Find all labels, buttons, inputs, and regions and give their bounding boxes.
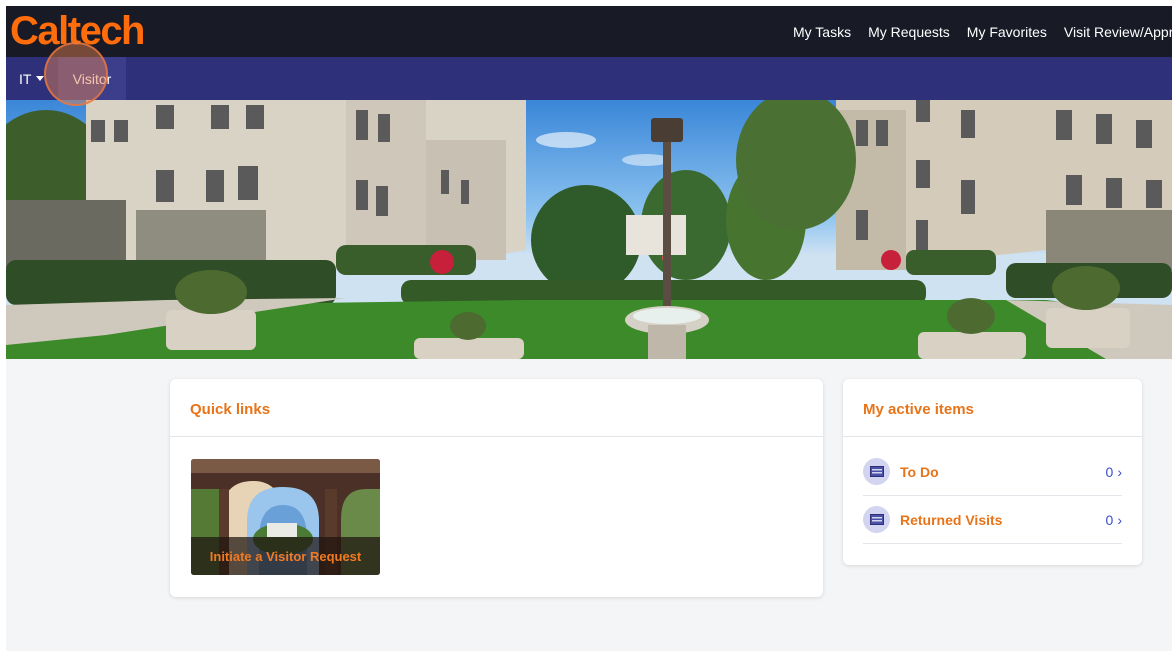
divider <box>843 436 1142 437</box>
app-frame: Caltech My Tasks My Requests My Favorite… <box>6 6 1172 651</box>
chevron-right-icon: › <box>1117 463 1122 480</box>
my-active-items-title: My active items <box>863 401 974 418</box>
nav-my-tasks[interactable]: My Tasks <box>793 24 851 40</box>
nav-my-favorites[interactable]: My Favorites <box>967 24 1047 40</box>
chevron-right-icon: › <box>1117 511 1122 528</box>
campus-courtyard-image <box>6 100 1172 359</box>
item-count: 0 <box>1105 463 1114 480</box>
tile-label: Initiate a Visitor Request <box>191 537 380 575</box>
active-item-to-do[interactable]: To Do 0 › <box>863 448 1122 496</box>
quick-links-card: Quick links Initiate a Visitor Request <box>170 379 823 597</box>
hero-banner <box>6 100 1172 359</box>
item-label: Returned Visits <box>900 511 1003 528</box>
my-active-items-card: My active items To Do 0 › Returned Visit… <box>843 379 1142 565</box>
sub-nav: IT Visitor <box>6 57 1172 100</box>
top-bar: Caltech My Tasks My Requests My Favorite… <box>6 6 1172 57</box>
it-menu[interactable]: IT <box>19 57 45 100</box>
table-icon <box>863 506 890 533</box>
active-item-returned-visits[interactable]: Returned Visits 0 › <box>863 496 1122 544</box>
nav-my-requests[interactable]: My Requests <box>868 24 950 40</box>
item-count: 0 <box>1105 511 1114 528</box>
click-indicator <box>44 42 108 106</box>
initiate-visitor-request-tile[interactable]: Initiate a Visitor Request <box>191 459 380 575</box>
table-icon <box>863 458 890 485</box>
top-nav: My Tasks My Requests My Favorites Visit … <box>793 6 1172 57</box>
nav-visit-review[interactable]: Visit Review/Approv <box>1064 24 1172 40</box>
divider <box>170 436 823 437</box>
it-menu-label: IT <box>19 70 32 87</box>
quick-links-title: Quick links <box>190 401 271 418</box>
item-label: To Do <box>900 463 939 480</box>
